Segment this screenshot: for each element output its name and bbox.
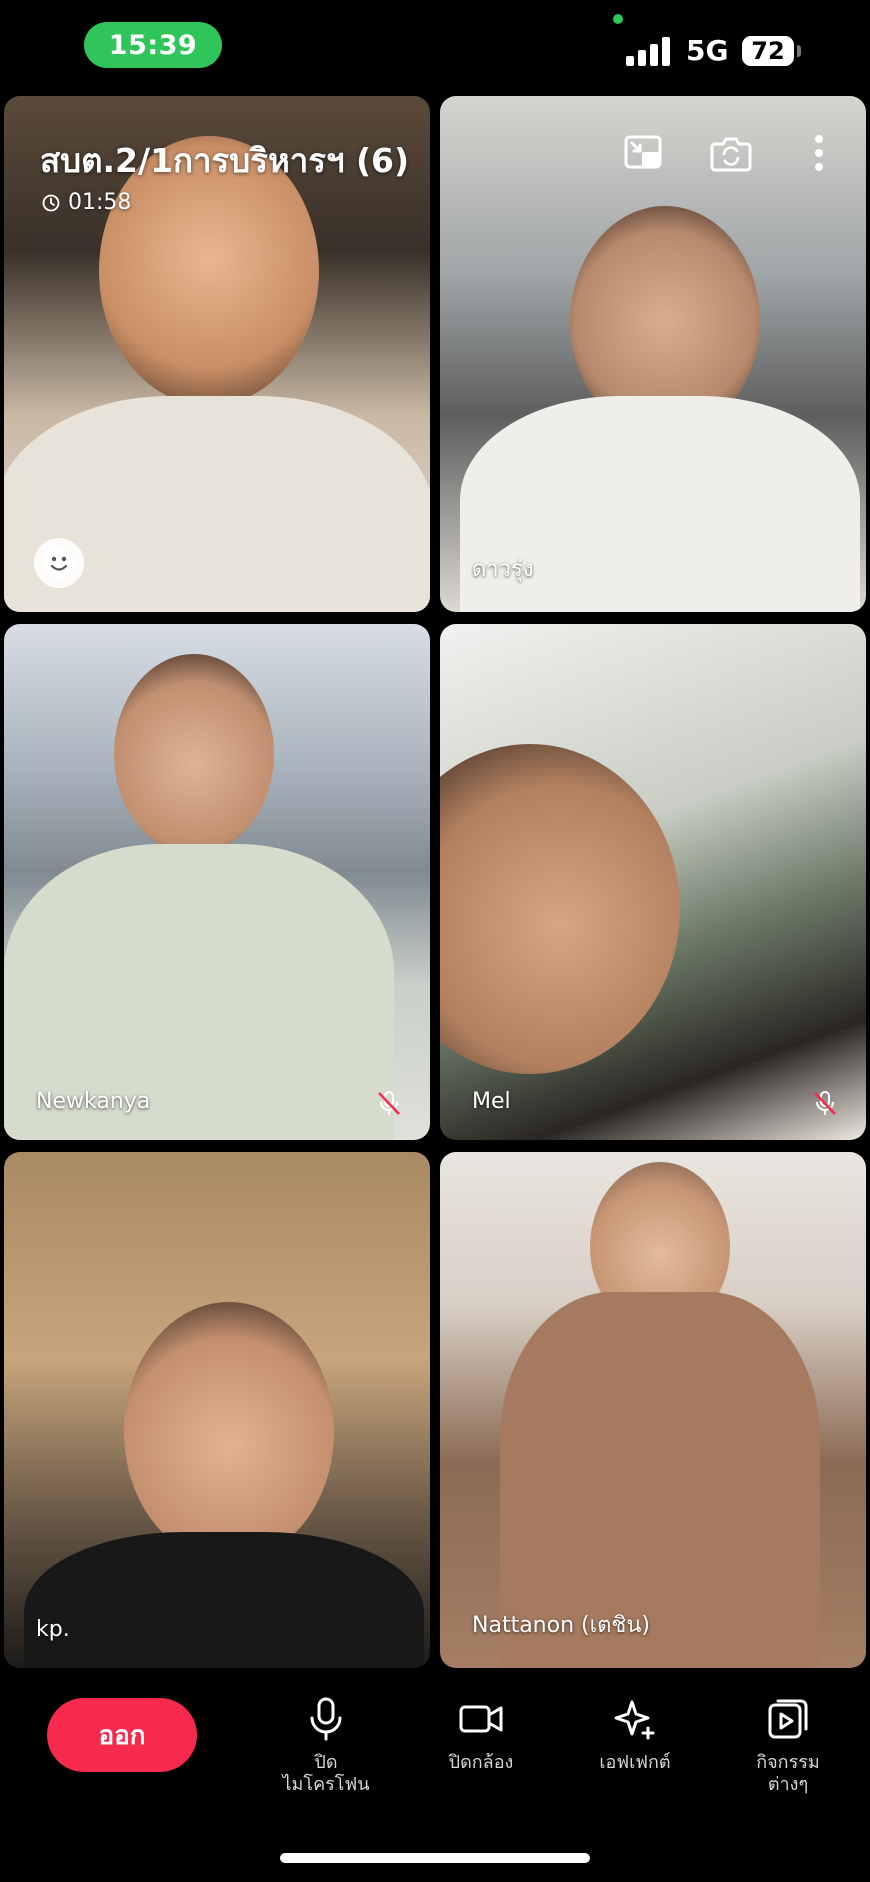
more-vertical-icon — [815, 135, 823, 171]
sparkles-icon — [614, 1700, 655, 1740]
activities-label-line2: ต่างๆ — [767, 1774, 809, 1795]
leave-call-button[interactable]: ออก — [47, 1698, 197, 1772]
activities-play-icon — [768, 1699, 808, 1739]
participant-name: Mel — [472, 1089, 511, 1114]
effects-button[interactable]: เอฟเฟกต์ — [575, 1696, 695, 1774]
participant-name: Newkanya — [36, 1089, 151, 1114]
battery-icon: 72 — [742, 36, 794, 66]
flip-camera-icon — [710, 137, 752, 172]
cellular-signal-icon — [626, 36, 672, 66]
participant-body — [24, 1532, 424, 1668]
status-bar: 15:39 5G 72 — [0, 0, 870, 90]
toggle-camera-button[interactable]: ปิดกล้อง — [421, 1696, 541, 1774]
participant-face — [124, 1302, 334, 1562]
participant-name: kp. — [36, 1617, 70, 1642]
microphone-label-line1: ปิด — [314, 1752, 338, 1773]
video-tile-participant-6[interactable]: Nattanon (เตชิน) — [440, 1152, 866, 1668]
activities-label: กิจกรรม ต่างๆ — [756, 1752, 820, 1796]
participant-name: Nattanon (เตชิน) — [472, 1613, 650, 1638]
microphone-muted-icon — [814, 1091, 836, 1115]
call-timer: 01:58 — [42, 190, 131, 215]
battery-level: 72 — [751, 37, 785, 65]
video-tile-participant-5[interactable]: kp. — [4, 1152, 430, 1668]
microphone-muted-icon — [378, 1091, 400, 1115]
home-indicator[interactable] — [280, 1853, 590, 1863]
camera-indicator-dot — [613, 14, 623, 24]
video-camera-icon — [459, 1705, 503, 1733]
microphone-label-line2: ไมโครโฟน — [282, 1774, 370, 1795]
participant-face — [440, 744, 680, 1074]
reaction-button[interactable] — [34, 538, 84, 588]
minimize-window-icon — [624, 135, 662, 169]
video-tile-participant-4[interactable]: Mel — [440, 624, 866, 1140]
status-time: 15:39 — [84, 22, 222, 68]
call-title: สบต.2/1การบริหารฯ (6) — [40, 141, 410, 180]
battery-tip — [797, 45, 801, 57]
activities-label-line1: กิจกรรม — [756, 1752, 820, 1773]
smile-icon — [44, 548, 74, 578]
minimize-window-button[interactable] — [620, 130, 666, 176]
clock-icon — [42, 194, 60, 211]
toggle-microphone-button[interactable]: ปิด ไมโครโฟน — [266, 1696, 386, 1796]
participant-face — [114, 654, 274, 854]
camera-label: ปิดกล้อง — [448, 1752, 514, 1773]
network-type: 5G — [686, 34, 729, 67]
more-options-button[interactable] — [796, 130, 842, 176]
video-tile-participant-3[interactable]: Newkanya — [4, 624, 430, 1140]
microphone-label: ปิด ไมโครโฟน — [282, 1752, 369, 1796]
call-timer-value: 01:58 — [68, 190, 132, 215]
participant-name: ดาวรุ่ง — [472, 557, 534, 582]
microphone-icon — [310, 1697, 342, 1741]
activities-button[interactable]: กิจกรรม ต่างๆ — [728, 1696, 848, 1796]
flip-camera-button[interactable] — [708, 130, 754, 176]
effects-label: เอฟเฟกต์ — [599, 1752, 671, 1773]
